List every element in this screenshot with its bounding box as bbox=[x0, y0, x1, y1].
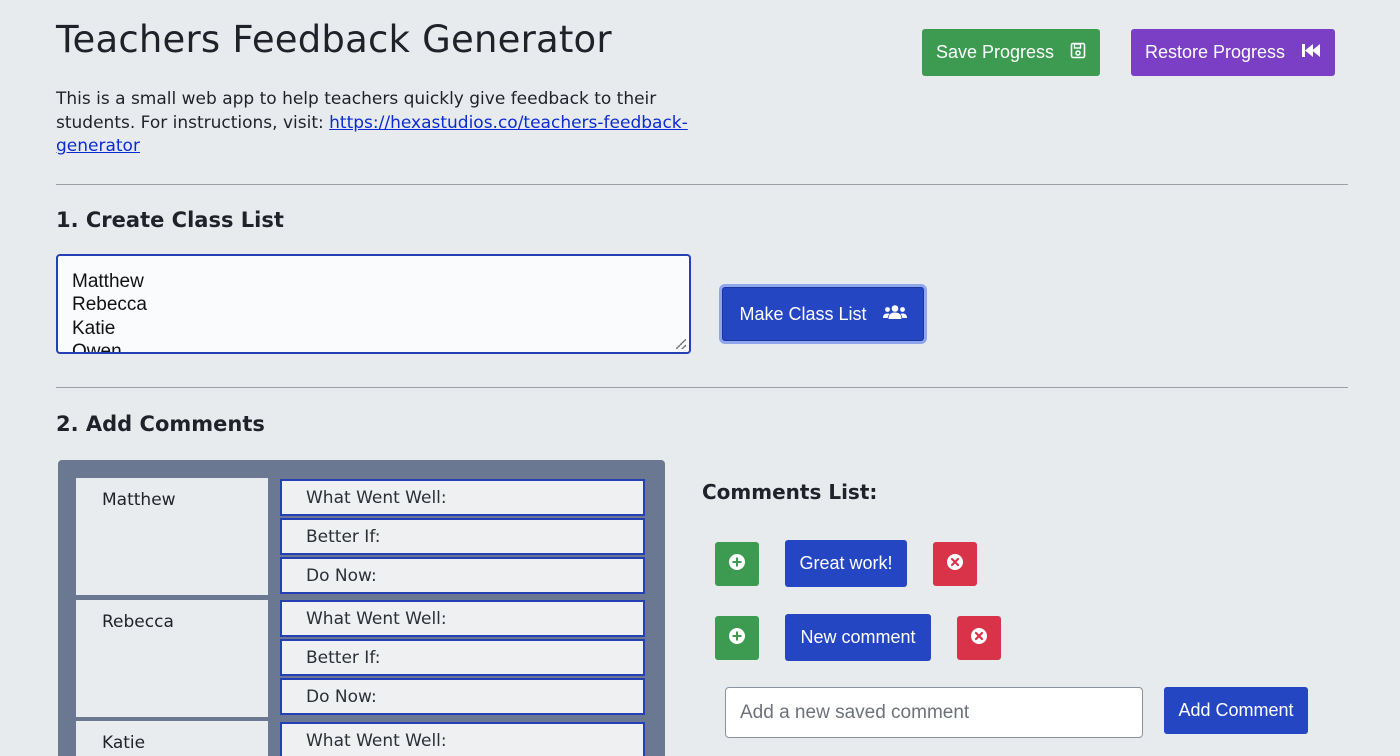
student-name: Matthew bbox=[102, 490, 176, 510]
what-went-well-field[interactable]: What Went Well: bbox=[280, 479, 645, 516]
student-name: Katie bbox=[102, 733, 146, 753]
plus-circle-icon bbox=[728, 627, 746, 649]
field-label: Better If: bbox=[306, 648, 381, 668]
class-list-line: Owen bbox=[72, 341, 122, 354]
x-circle-icon bbox=[970, 627, 988, 649]
field-label: Do Now: bbox=[306, 566, 377, 586]
make-class-list-label: Make Class List bbox=[739, 303, 867, 324]
make-class-list-button[interactable]: Make Class List bbox=[722, 287, 924, 341]
class-list-line: Matthew bbox=[72, 271, 144, 292]
student-name: Rebecca bbox=[102, 612, 174, 632]
page-title: Teachers Feedback Generator bbox=[56, 18, 612, 61]
class-list-line: Rebecca bbox=[72, 294, 147, 316]
new-comment-input[interactable]: Add a new saved comment bbox=[725, 687, 1143, 738]
insert-comment-button[interactable] bbox=[715, 616, 759, 660]
class-list-textarea[interactable]: Matthew Rebecca Katie Owen bbox=[56, 254, 691, 354]
restore-progress-button[interactable]: Restore Progress bbox=[1131, 29, 1335, 76]
floppy-disk-icon bbox=[1070, 42, 1086, 64]
plus-circle-icon bbox=[728, 553, 746, 575]
field-label: What Went Well: bbox=[306, 488, 447, 508]
delete-comment-button[interactable] bbox=[957, 616, 1001, 660]
field-label: What Went Well: bbox=[306, 609, 447, 629]
better-if-field[interactable]: Better If: bbox=[280, 639, 645, 676]
saved-comment-label: Great work! bbox=[799, 553, 893, 573]
saved-comment-button[interactable]: Great work! bbox=[785, 540, 907, 587]
save-progress-label: Save Progress bbox=[935, 42, 1055, 62]
student-name-cell: Rebecca bbox=[76, 600, 268, 717]
section-create-class-list-title: 1. Create Class List bbox=[56, 208, 284, 232]
class-list-line: Katie bbox=[72, 317, 116, 339]
saved-comment-label: New comment bbox=[800, 627, 916, 647]
section-add-comments-title: 2. Add Comments bbox=[56, 412, 265, 436]
new-comment-placeholder: Add a new saved comment bbox=[740, 701, 970, 723]
resize-handle[interactable] bbox=[676, 339, 686, 349]
x-circle-icon bbox=[946, 553, 964, 575]
divider bbox=[56, 387, 1348, 388]
what-went-well-field[interactable]: What Went Well: bbox=[280, 600, 645, 637]
delete-comment-button[interactable] bbox=[933, 542, 977, 586]
comments-list-title: Comments List: bbox=[702, 480, 878, 504]
student-feedback-grid: Matthew What Went Well: Better If: Do No… bbox=[58, 460, 665, 756]
do-now-field[interactable]: Do Now: bbox=[280, 678, 645, 715]
better-if-field[interactable]: Better If: bbox=[280, 518, 645, 555]
student-name-cell: Matthew bbox=[76, 478, 268, 595]
add-comment-label: Add Comment bbox=[1178, 700, 1294, 720]
save-progress-button[interactable]: Save Progress bbox=[922, 29, 1100, 76]
do-now-field[interactable]: Do Now: bbox=[280, 557, 645, 594]
student-name-cell: Katie bbox=[76, 721, 268, 756]
users-icon bbox=[882, 304, 907, 325]
fast-backward-icon bbox=[1301, 42, 1321, 63]
what-went-well-field[interactable]: What Went Well: bbox=[280, 722, 645, 756]
divider bbox=[56, 184, 1348, 185]
intro-text: This is a small web app to help teachers… bbox=[56, 88, 696, 159]
add-comment-button[interactable]: Add Comment bbox=[1164, 687, 1308, 734]
insert-comment-button[interactable] bbox=[715, 542, 759, 586]
field-label: What Went Well: bbox=[306, 731, 447, 751]
restore-progress-label: Restore Progress bbox=[1144, 42, 1286, 62]
saved-comment-button[interactable]: New comment bbox=[785, 614, 931, 661]
field-label: Better If: bbox=[306, 527, 381, 547]
field-label: Do Now: bbox=[306, 687, 377, 707]
